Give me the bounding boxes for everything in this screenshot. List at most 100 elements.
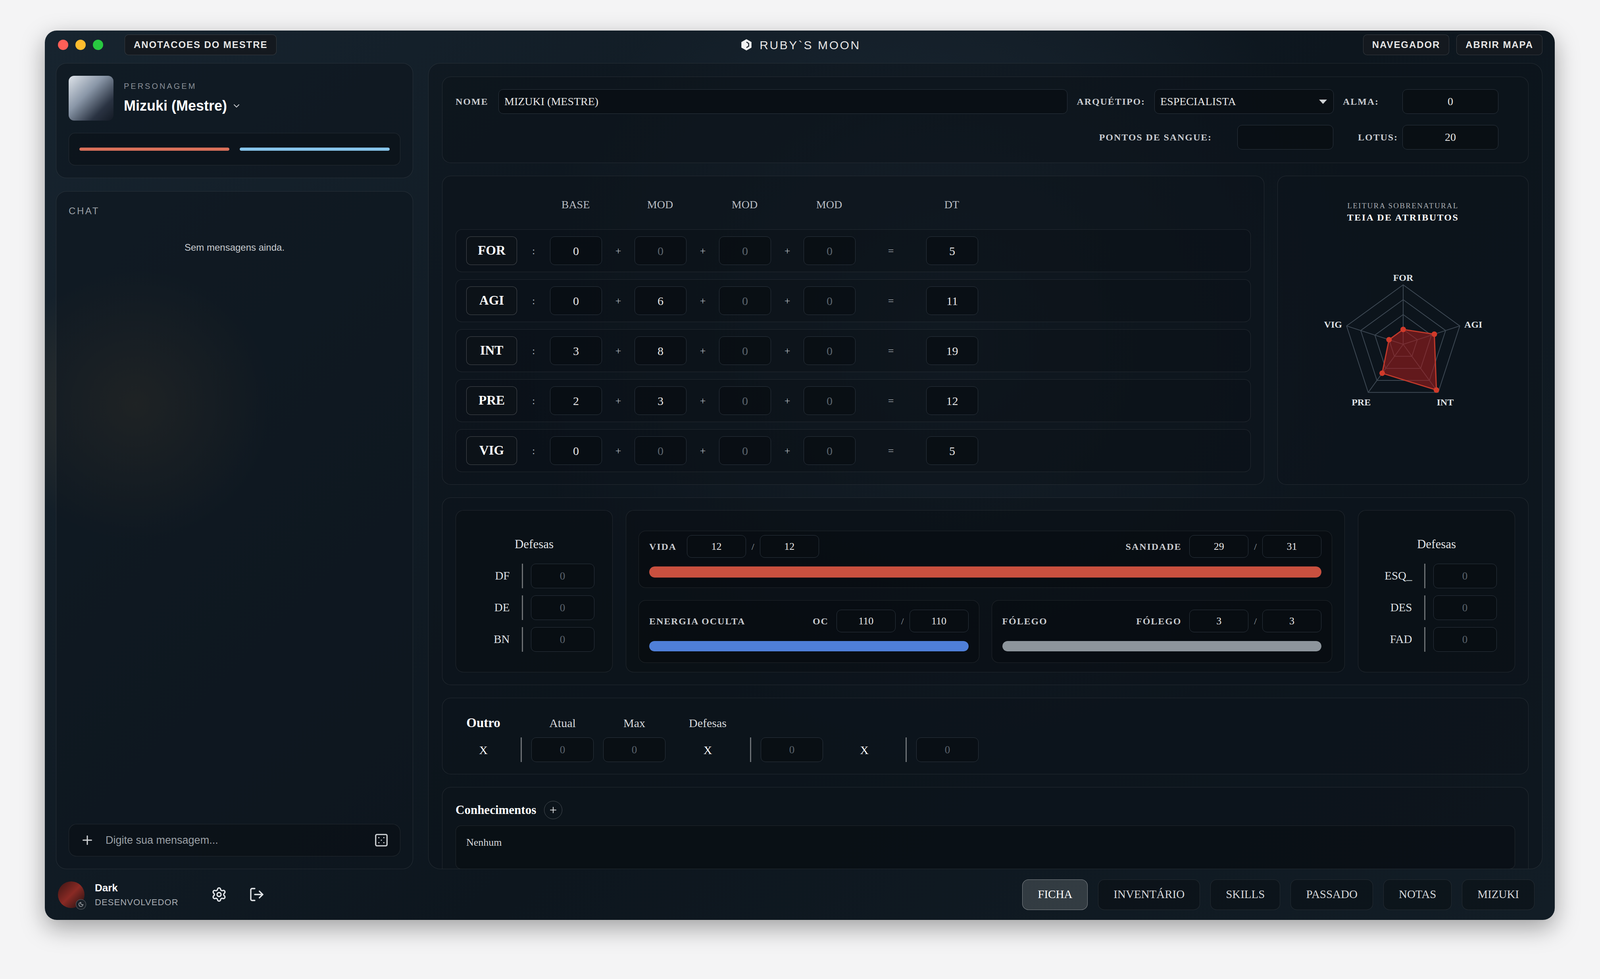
app-title: RUBY`S MOON [739,36,861,54]
blood-input[interactable] [1237,125,1334,150]
current-input[interactable]: 12 [686,535,747,558]
mod-input[interactable]: 8 [634,336,687,366]
traffic-light[interactable] [75,39,86,50]
status-badge [75,899,87,910]
mod-input[interactable]: 0 [719,236,772,266]
character-select[interactable]: Mizuki (Mestre) [123,95,242,117]
alma-input[interactable]: 0 [1402,89,1499,114]
character-header[interactable]: PERSONAGEMMizuki (Mestre) [68,75,401,121]
user-name: Dark [94,880,179,897]
attribute-label: VIG [466,436,518,466]
other-current-input[interactable]: 0 [531,737,594,763]
dt-value[interactable]: 12 [926,386,979,416]
mod-input[interactable]: 0 [634,436,687,466]
resource-row-top: ENERGIA OCULTAOC110/110 [649,609,969,633]
current-input[interactable]: 29 [1189,535,1249,558]
mod-input[interactable]: 0 [719,436,772,466]
other-header: Atual [531,714,594,733]
base-input[interactable]: 0 [550,236,602,266]
other-defense-input[interactable]: 0 [916,737,979,763]
base-input[interactable]: 0 [550,436,602,466]
defense-input[interactable]: 0 [530,627,595,652]
base-input[interactable]: 0 [550,286,602,316]
mod-input[interactable]: 3 [634,386,687,416]
defense-input[interactable]: 0 [530,563,595,589]
defense-input[interactable]: 0 [530,595,595,621]
lotus-input[interactable]: 20 [1402,125,1499,150]
tab[interactable]: PASSADO [1290,879,1374,911]
mod-input[interactable]: 0 [803,386,856,416]
tab[interactable]: NOTAS [1383,879,1452,911]
user-avatar-wrap[interactable] [57,881,85,909]
dt-value[interactable]: 5 [926,436,979,466]
field-value: 0 [742,442,749,460]
current-input[interactable]: 110 [836,609,896,633]
defenses-rows: ESQ_0DES0FAD0 [1376,563,1497,652]
max-input[interactable]: 12 [759,535,820,558]
mod-input[interactable]: 0 [803,436,856,466]
other-defense-label: X [832,741,897,760]
vida-label: VIDA [649,539,677,554]
max-input[interactable]: 3 [1262,609,1322,633]
sanidade-label: SANIDADE [1125,539,1182,554]
field-value: 0 [789,742,795,759]
other-defense-input[interactable]: 0 [760,737,824,763]
defense-input[interactable]: 0 [1433,627,1497,652]
traffic-light[interactable] [57,39,69,50]
max-input[interactable]: 31 [1262,535,1322,558]
mod-input[interactable]: 0 [719,336,772,366]
value-pair: 29/31 [1189,535,1322,558]
moon-icon [78,901,84,908]
blood-label: PONTOS DE SANGUE: [1099,130,1212,145]
current-input[interactable]: 3 [1189,609,1249,633]
header-button[interactable]: ABRIR MAPA [1456,34,1543,56]
mod-input[interactable]: 0 [803,336,856,366]
tab[interactable]: MIZUKI [1461,879,1535,911]
base-input[interactable]: 3 [550,336,602,366]
chat-panel: CHATSem mensagens ainda. [55,191,414,870]
mod-input[interactable]: 0 [803,286,856,316]
tab[interactable]: FICHA [1022,879,1088,911]
archetype-select[interactable]: ESPECIALISTA [1154,89,1334,114]
defense-row: DE0 [474,595,595,621]
base-input[interactable]: 2 [550,386,602,416]
radar-point [1379,370,1385,377]
defense-input[interactable]: 0 [1433,595,1497,621]
name-input[interactable]: MIZUKI (MESTRE) [498,89,1068,114]
plus-icon[interactable] [80,833,95,848]
bar-fill [1002,641,1322,652]
colon: : [517,443,550,459]
column-header: MOD [803,196,856,214]
mod-input[interactable]: 6 [634,286,687,316]
user-role: DESENVOLVEDOR [94,896,179,910]
field-value: 0 [742,242,749,260]
plus-sign: + [771,393,804,409]
vida-group: VIDA12/12 [649,535,820,558]
master-notes-button[interactable]: ANOTACOES DO MESTRE [124,34,277,56]
dice-icon[interactable] [373,832,389,849]
chat-input[interactable] [105,832,363,849]
bar-fill [239,147,390,151]
dt-value[interactable]: 19 [926,336,979,366]
plus-sign: + [601,443,635,459]
mod-input[interactable]: 0 [719,286,772,316]
other-max-input[interactable]: 0 [603,737,666,763]
traffic-light[interactable] [92,39,104,50]
defense-input[interactable]: 0 [1433,563,1497,589]
mod-input[interactable]: 0 [803,236,856,266]
tab[interactable]: SKILLS [1210,879,1281,911]
logout-icon[interactable] [248,886,265,903]
chevron-down-icon [231,101,242,111]
dt-value[interactable]: 11 [926,286,979,316]
mod-input[interactable]: 0 [719,386,772,416]
tab[interactable]: INVENTÁRIO [1098,879,1200,911]
defense-divider [1424,563,1426,589]
character-bar-wrap [79,147,230,151]
max-input[interactable]: 110 [909,609,969,633]
dt-value[interactable]: 5 [926,236,979,266]
gear-icon[interactable] [211,886,227,903]
header-button[interactable]: NAVEGADOR [1363,34,1450,56]
add-knowledge-button[interactable] [544,801,563,820]
mod-input[interactable]: 0 [634,236,687,266]
vida-bar [649,566,1322,578]
